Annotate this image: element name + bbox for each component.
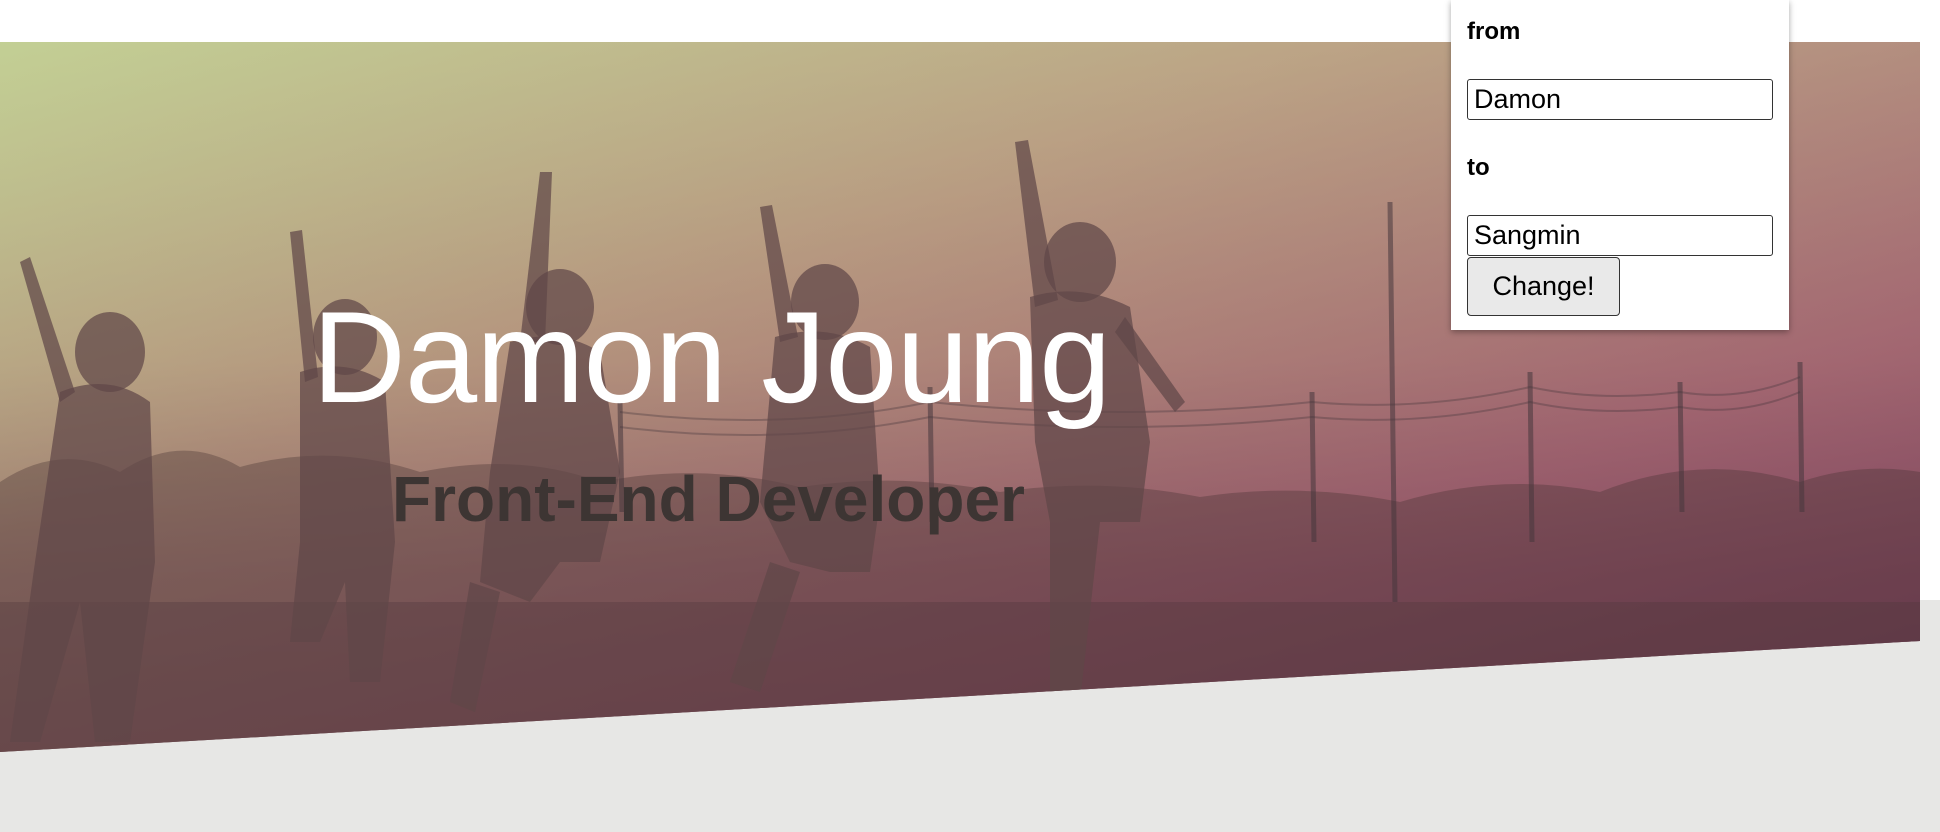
hero-subtitle: Front-End Developer bbox=[392, 463, 1025, 535]
change-button[interactable]: Change! bbox=[1467, 257, 1620, 316]
to-input[interactable] bbox=[1467, 215, 1773, 256]
hero-title: Damon Joung bbox=[312, 284, 1111, 430]
page: Damon Joung Front-End Developer from to … bbox=[0, 0, 1940, 832]
name-change-panel: from to Change! bbox=[1451, 0, 1789, 330]
from-label: from bbox=[1467, 18, 1521, 45]
from-input[interactable] bbox=[1467, 79, 1773, 120]
to-label: to bbox=[1467, 154, 1490, 181]
